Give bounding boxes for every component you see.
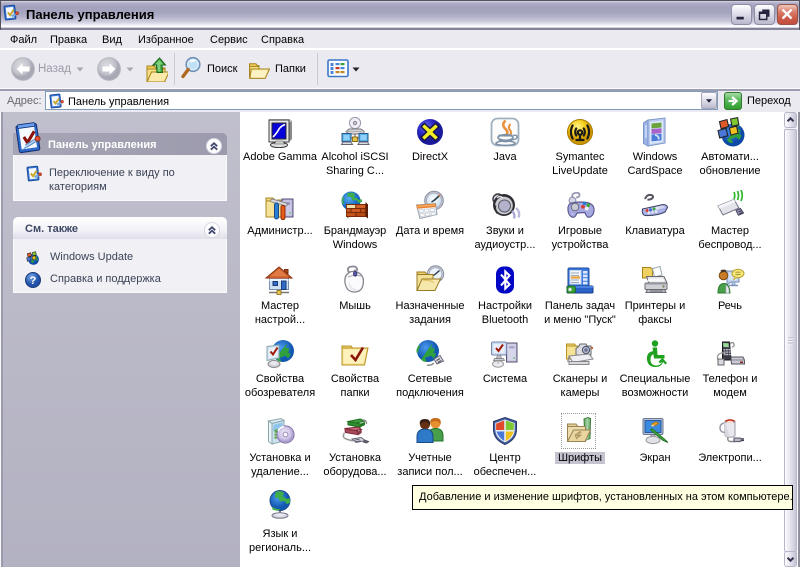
svg-text:?: ? [30, 275, 37, 287]
